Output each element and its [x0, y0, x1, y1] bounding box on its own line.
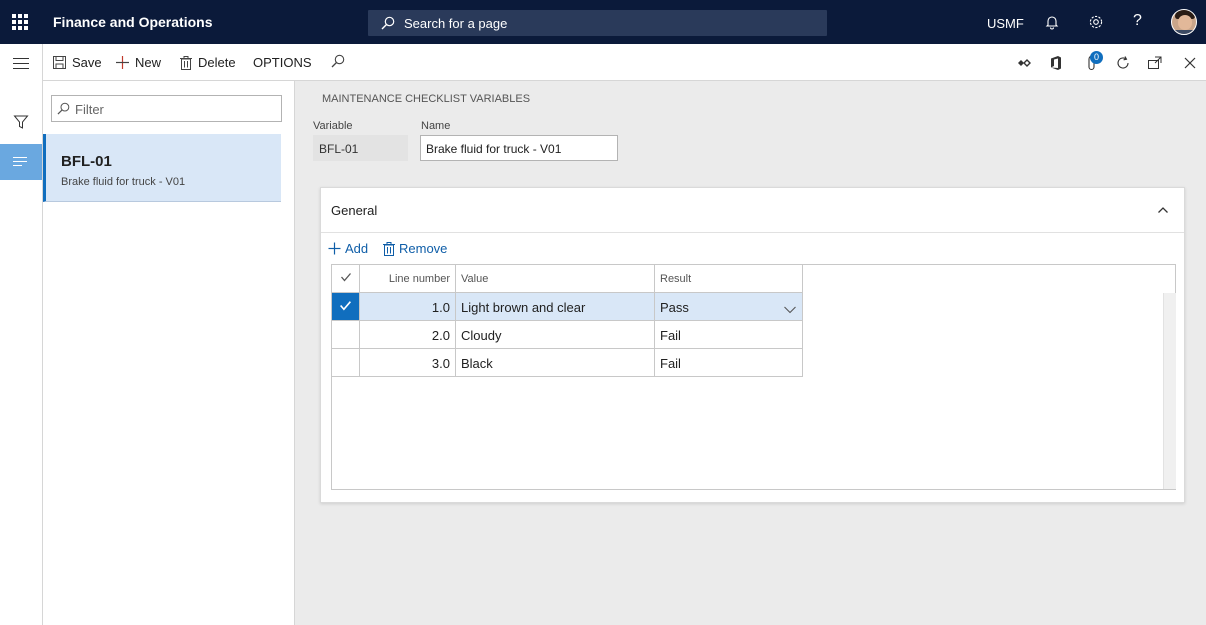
name-field[interactable]: Brake fluid for truck - V01: [420, 135, 618, 161]
power-apps-icon[interactable]: [1016, 55, 1032, 71]
hamburger-menu-icon[interactable]: [13, 58, 29, 73]
search-placeholder: Search for a page: [404, 16, 508, 31]
select-all-checkbox[interactable]: [332, 265, 360, 293]
column-header-value[interactable]: Value: [456, 265, 655, 293]
divider: [321, 232, 1184, 233]
add-icon: [328, 242, 341, 255]
refresh-icon[interactable]: [1115, 55, 1131, 71]
delete-label: Delete: [198, 55, 236, 70]
value-cell[interactable]: Light brown and clear: [456, 293, 655, 321]
list-item-name: Brake fluid for truck - V01: [61, 176, 186, 188]
line-number-cell[interactable]: 1.0: [360, 293, 456, 321]
delete-button[interactable]: Delete: [180, 55, 236, 70]
result-dropdown[interactable]: Pass: [655, 293, 803, 321]
top-nav-bar: Finance and Operations Search for a page…: [0, 0, 1206, 44]
lines-grid: Line number Value Result 1.0 Light brown…: [331, 264, 1176, 490]
variable-field: BFL-01: [313, 135, 408, 161]
remove-label: Remove: [399, 241, 448, 256]
line-number-cell[interactable]: 2.0: [360, 321, 456, 349]
options-tab[interactable]: OPTIONS: [253, 55, 312, 70]
help-icon[interactable]: ?: [1133, 13, 1149, 29]
user-avatar[interactable]: [1171, 9, 1197, 35]
list-pane: Filter BFL-01 Brake fluid for truck - V0…: [43, 81, 295, 625]
result-cell[interactable]: Fail: [655, 321, 803, 349]
gear-icon[interactable]: [1088, 14, 1104, 30]
close-icon[interactable]: [1182, 55, 1198, 71]
column-header-result[interactable]: Result: [655, 265, 803, 293]
column-header-line-number[interactable]: Line number: [360, 265, 456, 293]
filter-search-icon: [57, 102, 70, 118]
office-icon[interactable]: [1048, 55, 1064, 71]
line-number-cell[interactable]: 3.0: [360, 349, 456, 377]
name-label: Name: [421, 120, 451, 132]
checkmark-icon: [340, 301, 351, 311]
list-item-id: BFL-01: [61, 153, 112, 170]
open-in-new-window-icon[interactable]: [1147, 55, 1163, 71]
list-view-toggle[interactable]: [0, 144, 42, 180]
add-line-button[interactable]: Add: [328, 241, 368, 256]
new-label: New: [135, 55, 162, 70]
checkmark-icon: [340, 273, 351, 282]
list-item[interactable]: BFL-01 Brake fluid for truck - V01: [43, 134, 281, 202]
new-button[interactable]: New: [116, 55, 161, 70]
result-value: Pass: [660, 300, 689, 315]
value-cell[interactable]: Black: [456, 349, 655, 377]
list-icon: [13, 157, 29, 169]
search-icon: [381, 16, 395, 33]
row-checkbox[interactable]: [332, 349, 360, 377]
trash-icon: [180, 55, 192, 70]
chevron-down-icon[interactable]: [784, 302, 796, 317]
chevron-up-icon[interactable]: [1157, 204, 1169, 219]
save-label: Save: [72, 55, 102, 70]
filter-icon[interactable]: [13, 114, 29, 133]
navigation-rail: [0, 44, 43, 625]
trash-icon: [383, 241, 395, 256]
app-title[interactable]: Finance and Operations: [53, 14, 212, 30]
row-checkbox[interactable]: [332, 293, 360, 321]
row-checkbox[interactable]: [332, 321, 360, 349]
general-fasttab: General Add Remove Line number Value Res…: [320, 187, 1185, 503]
action-pane: Save New Delete OPTIONS 0: [43, 44, 1206, 81]
result-cell[interactable]: Fail: [655, 349, 803, 377]
filter-placeholder: Filter: [75, 102, 104, 117]
filter-input[interactable]: Filter: [51, 95, 282, 122]
plus-icon: [116, 56, 129, 69]
save-icon: [53, 56, 66, 69]
general-tab-header[interactable]: General: [331, 203, 377, 218]
bell-icon[interactable]: [1044, 14, 1060, 30]
company-selector[interactable]: USMF: [987, 16, 1024, 31]
action-search-icon[interactable]: [331, 54, 345, 68]
variable-label: Variable: [313, 120, 353, 132]
save-button[interactable]: Save: [53, 55, 102, 70]
page-caption: MAINTENANCE CHECKLIST VARIABLES: [322, 93, 531, 105]
grid-scrollbar[interactable]: [1163, 293, 1176, 489]
attachments-count-badge: 0: [1090, 51, 1103, 64]
search-box[interactable]: Search for a page: [368, 10, 827, 36]
value-cell[interactable]: Cloudy: [456, 321, 655, 349]
add-label: Add: [345, 241, 369, 256]
remove-line-button[interactable]: Remove: [383, 241, 447, 256]
app-launcher-icon[interactable]: [12, 14, 28, 30]
